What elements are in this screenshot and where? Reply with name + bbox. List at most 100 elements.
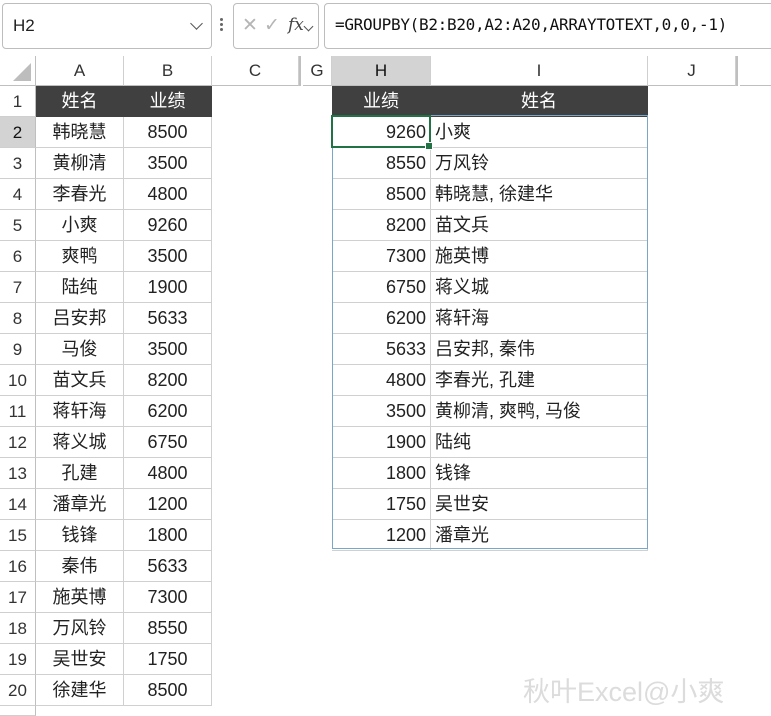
cell-score[interactable]: 5633 <box>124 551 212 582</box>
cell-names[interactable]: 潘章光 <box>431 520 648 551</box>
cell-names[interactable]: 陆纯 <box>431 427 648 458</box>
select-all-button[interactable] <box>0 56 36 86</box>
row-header[interactable]: 14 <box>0 489 36 520</box>
cell-score[interactable]: 1200 <box>332 520 431 551</box>
row-header[interactable]: 2 <box>0 117 36 148</box>
column-header-k[interactable] <box>740 56 771 86</box>
cell-name[interactable]: 秦伟 <box>36 551 124 582</box>
cell-score[interactable]: 4800 <box>124 458 212 489</box>
cell-names[interactable]: 苗文兵 <box>431 210 648 241</box>
row-header[interactable]: 17 <box>0 582 36 613</box>
row-header[interactable]: 3 <box>0 148 36 179</box>
cell-score[interactable]: 8550 <box>124 613 212 644</box>
cell-name[interactable]: 李春光 <box>36 179 124 210</box>
cell-score[interactable]: 1900 <box>124 272 212 303</box>
spreadsheet-grid[interactable]: A B C G H I J 1 2 3 4 5 6 7 8 9 10 11 12 13 14 15 16 17 1… <box>0 56 771 716</box>
cell-score[interactable]: 5633 <box>124 303 212 334</box>
cell-name[interactable]: 小爽 <box>36 210 124 241</box>
cell-name[interactable]: 万风铃 <box>36 613 124 644</box>
cell-score[interactable]: 8200 <box>332 210 431 241</box>
cell-score[interactable]: 1750 <box>124 644 212 675</box>
cell-names[interactable]: 李春光, 孔建 <box>431 365 648 396</box>
header-score[interactable]: 业绩 <box>124 86 212 117</box>
more-options-icon[interactable] <box>220 16 224 36</box>
cell-name[interactable]: 黄柳清 <box>36 148 124 179</box>
cell-score[interactable]: 8500 <box>332 179 431 210</box>
insert-function-icon[interactable]: fx <box>288 15 304 35</box>
cell-names[interactable]: 小爽 <box>431 117 648 148</box>
cell-name[interactable]: 孔建 <box>36 458 124 489</box>
cell-name[interactable]: 施英博 <box>36 582 124 613</box>
cell-score[interactable]: 6750 <box>332 272 431 303</box>
row-header[interactable]: 19 <box>0 644 36 675</box>
column-header-a[interactable]: A <box>36 56 124 86</box>
cell-score[interactable]: 5633 <box>332 334 431 365</box>
row-header[interactable]: 15 <box>0 520 36 551</box>
header-score[interactable]: 业绩 <box>332 86 431 117</box>
cell-names[interactable]: 施英博 <box>431 241 648 272</box>
cell-names[interactable]: 钱锋 <box>431 458 648 489</box>
row-header[interactable]: 10 <box>0 365 36 396</box>
cell-score[interactable]: 7300 <box>124 582 212 613</box>
formula-input[interactable]: =GROUPBY(B2:B20,A2:A20,ARRAYTOTEXT,0,0,-… <box>324 3 771 49</box>
row-header[interactable]: 7 <box>0 272 36 303</box>
cell-score[interactable]: 8500 <box>124 675 212 706</box>
cell-score[interactable]: 3500 <box>332 396 431 427</box>
cell-score[interactable]: 9260 <box>332 117 431 148</box>
cell-name[interactable]: 爽鸭 <box>36 241 124 272</box>
check-icon[interactable]: ✓ <box>264 14 280 37</box>
chevron-down-icon[interactable] <box>190 17 203 30</box>
cell-score[interactable]: 4800 <box>332 365 431 396</box>
row-header[interactable]: 1 <box>0 86 36 117</box>
row-header[interactable]: 4 <box>0 179 36 210</box>
cell-score[interactable]: 1800 <box>332 458 431 489</box>
cell-name[interactable]: 吴世安 <box>36 644 124 675</box>
column-header-j[interactable]: J <box>648 56 736 86</box>
cell-score[interactable]: 1800 <box>124 520 212 551</box>
row-header[interactable]: 5 <box>0 210 36 241</box>
cell-score[interactable]: 9260 <box>124 210 212 241</box>
column-header-h[interactable]: H <box>332 56 431 86</box>
cell-score[interactable]: 3500 <box>124 148 212 179</box>
cell-names[interactable]: 万风铃 <box>431 148 648 179</box>
cell-score[interactable]: 7300 <box>332 241 431 272</box>
row-header[interactable]: 11 <box>0 396 36 427</box>
cell-score[interactable]: 6200 <box>332 303 431 334</box>
cell-name[interactable]: 蒋义城 <box>36 427 124 458</box>
cell-names[interactable]: 韩晓慧, 徐建华 <box>431 179 648 210</box>
cell-name[interactable]: 钱锋 <box>36 520 124 551</box>
cell-score[interactable]: 8200 <box>124 365 212 396</box>
cell-names[interactable]: 蒋轩海 <box>431 303 648 334</box>
row-header[interactable]: 8 <box>0 303 36 334</box>
cell-name[interactable]: 韩晓慧 <box>36 117 124 148</box>
cell-name[interactable]: 徐建华 <box>36 675 124 706</box>
cell-score[interactable]: 6200 <box>124 396 212 427</box>
row-header[interactable]: 9 <box>0 334 36 365</box>
cell-name[interactable]: 潘章光 <box>36 489 124 520</box>
cell-score[interactable]: 4800 <box>124 179 212 210</box>
row-header[interactable]: 6 <box>0 241 36 272</box>
cell-name[interactable]: 苗文兵 <box>36 365 124 396</box>
column-header-i[interactable]: I <box>431 56 648 86</box>
cell-name[interactable]: 吕安邦 <box>36 303 124 334</box>
column-header-b[interactable]: B <box>124 56 212 86</box>
cell-score[interactable]: 8500 <box>124 117 212 148</box>
cell-score[interactable]: 1900 <box>332 427 431 458</box>
cell-names[interactable]: 蒋义城 <box>431 272 648 303</box>
column-header-c[interactable]: C <box>212 56 299 86</box>
cell-names[interactable]: 吕安邦, 秦伟 <box>431 334 648 365</box>
cell-name[interactable]: 陆纯 <box>36 272 124 303</box>
cell-score[interactable]: 8550 <box>332 148 431 179</box>
cell-score[interactable]: 1750 <box>332 489 431 520</box>
cell-score[interactable]: 3500 <box>124 334 212 365</box>
header-name[interactable]: 姓名 <box>431 86 648 117</box>
name-box[interactable]: H2 <box>2 3 212 49</box>
close-icon[interactable]: ✕ <box>242 14 258 37</box>
cell-names[interactable]: 黄柳清, 爽鸭, 马俊 <box>431 396 648 427</box>
column-header-g[interactable]: G <box>303 56 332 86</box>
cell-name[interactable]: 马俊 <box>36 334 124 365</box>
row-header[interactable]: 12 <box>0 427 36 458</box>
row-header[interactable]: 13 <box>0 458 36 489</box>
row-header[interactable]: 16 <box>0 551 36 582</box>
row-header[interactable] <box>0 706 36 716</box>
